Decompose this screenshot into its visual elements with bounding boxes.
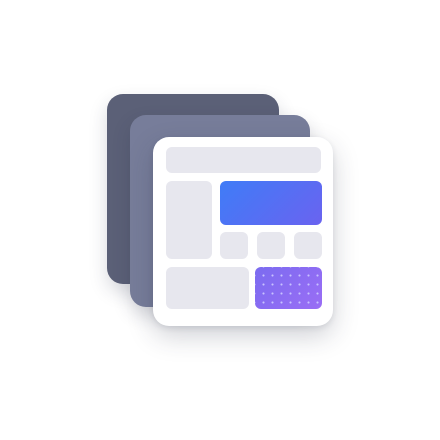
hero-banner-placeholder — [220, 181, 322, 225]
small-tile-placeholder — [220, 232, 248, 259]
sidebar-placeholder — [166, 181, 212, 259]
dotted-grid-tile — [255, 267, 322, 309]
layout-stack-illustration — [0, 0, 440, 440]
header-bar-placeholder — [166, 147, 321, 173]
footer-placeholder — [166, 267, 249, 309]
small-tile-placeholder — [294, 232, 322, 259]
small-tile-placeholder — [257, 232, 285, 259]
front-sheet — [153, 137, 333, 326]
